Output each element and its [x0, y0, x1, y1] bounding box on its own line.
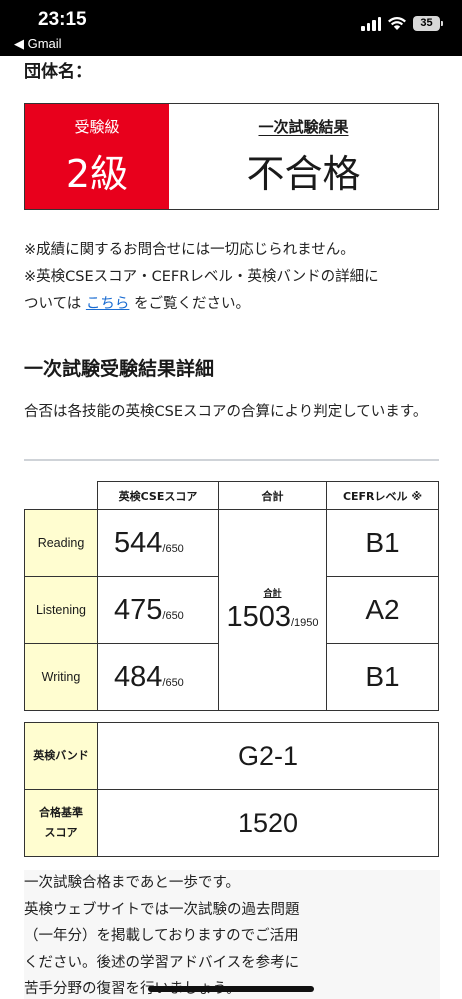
pass-score-label-line2: スコア — [44, 826, 78, 839]
first-stage-result-label: 一次試験結果 — [258, 118, 349, 136]
back-to-gmail-link[interactable]: ◀ Gmail — [14, 36, 62, 52]
note-details: ※英検CSEスコア・CEFRレベル・英検バンドの詳細に — [24, 269, 379, 285]
status-bar: 23:15 ◀ Gmail 35 — [0, 0, 462, 56]
advice-line: 英検ウェブサイトでは一次試験の過去問題 — [24, 901, 300, 918]
section-description: 合否は各技能の英検CSEスコアの合算により判定しています。 — [24, 404, 428, 420]
score-table-header: 英検CSEスコア 合計 CEFRレベル ※ — [24, 481, 439, 510]
score-table: 英検CSEスコア 合計 CEFRレベル ※ Reading 544/650 合計… — [24, 481, 439, 711]
header-cefr-level: CEFRレベル ※ — [326, 481, 439, 510]
cse-score-max: /650 — [162, 609, 184, 622]
cefr-level: A2 — [326, 576, 439, 644]
table-row: Reading 544/650 合計 1503/1950 B1 — [24, 509, 439, 711]
cse-score: 544 — [114, 526, 163, 559]
table-row: 合格基準 スコア 1520 — [24, 789, 439, 857]
skill-label: Writing — [24, 643, 98, 711]
advice-box: 一次試験合格まであと一歩です。 英検ウェブサイトでは一次試験の過去問題 （一年分… — [24, 870, 440, 999]
note-inquiry: ※成績に関するお問合せには一切応じられません。 — [24, 242, 355, 258]
band-label: 英検バンド — [24, 722, 98, 790]
band-value: G2-1 — [97, 722, 439, 790]
notes: ※成績に関するお問合せには一切応じられません。 ※英検CSEスコア・CEFRレベ… — [24, 237, 444, 318]
cse-score-cell: 484/650 — [97, 643, 219, 711]
total-score: 1503 — [226, 601, 291, 633]
skill-label: Listening — [24, 576, 98, 644]
pass-score-label-line1: 合格基準 — [39, 806, 83, 819]
cse-score: 484 — [114, 660, 163, 693]
note-text-after-link: をご覧ください。 — [129, 296, 250, 312]
grade-cell: 受験級 2級 — [25, 104, 169, 209]
status-time: 23:15 — [38, 9, 87, 30]
divider — [24, 459, 439, 461]
skill-label: Reading — [24, 509, 98, 577]
first-stage-result-cell: 一次試験結果 不合格 — [169, 104, 438, 209]
cse-score-cell: 544/650 — [97, 509, 219, 577]
home-indicator[interactable] — [148, 986, 314, 992]
note-details-continued: ついては こちら をご覧ください。 — [24, 291, 444, 318]
group-name-label: 団体名： — [24, 62, 92, 82]
total-score-cell: 合計 1503/1950 — [218, 509, 327, 711]
grade-value: 2級 — [65, 152, 129, 196]
header-cse-score: 英検CSEスコア — [97, 481, 219, 510]
pass-score-value: 1520 — [97, 789, 439, 857]
first-stage-result-value: 不合格 — [246, 152, 361, 196]
cse-score: 475 — [114, 593, 163, 626]
grade-label: 受験級 — [74, 118, 120, 136]
total-caption: 合計 — [263, 589, 282, 599]
header-total: 合計 — [218, 481, 327, 510]
pass-score-label: 合格基準 スコア — [24, 789, 98, 857]
cellular-signal-icon — [361, 16, 381, 31]
cse-score-cell: 475/650 — [97, 576, 219, 644]
advice-line: ください。後述の学習アドバイスを参考に — [24, 954, 300, 971]
cefr-level: B1 — [326, 643, 439, 711]
cefr-level: B1 — [326, 509, 439, 577]
wifi-icon — [388, 17, 406, 30]
details-link[interactable]: こちら — [86, 296, 130, 312]
total-score-max: /1950 — [290, 617, 319, 629]
result-summary-box: 受験級 2級 一次試験結果 不合格 — [24, 103, 439, 210]
advice-line: 一次試験合格まであと一歩です。 — [24, 875, 240, 891]
table-row: 英検バンド G2-1 — [24, 722, 439, 790]
advice-line: （一年分）を掲載しておりますのでご活用 — [24, 928, 299, 944]
header-blank — [24, 481, 98, 510]
section-title: 一次試験受験結果詳細 — [24, 358, 215, 380]
band-table: 英検バンド G2-1 合格基準 スコア 1520 — [24, 722, 439, 857]
battery-icon: 35 — [413, 16, 443, 31]
status-icons: 35 — [361, 16, 443, 31]
note-text-before-link: ついては — [24, 296, 86, 312]
cse-score-max: /650 — [162, 542, 184, 555]
cse-score-max: /650 — [162, 676, 184, 689]
